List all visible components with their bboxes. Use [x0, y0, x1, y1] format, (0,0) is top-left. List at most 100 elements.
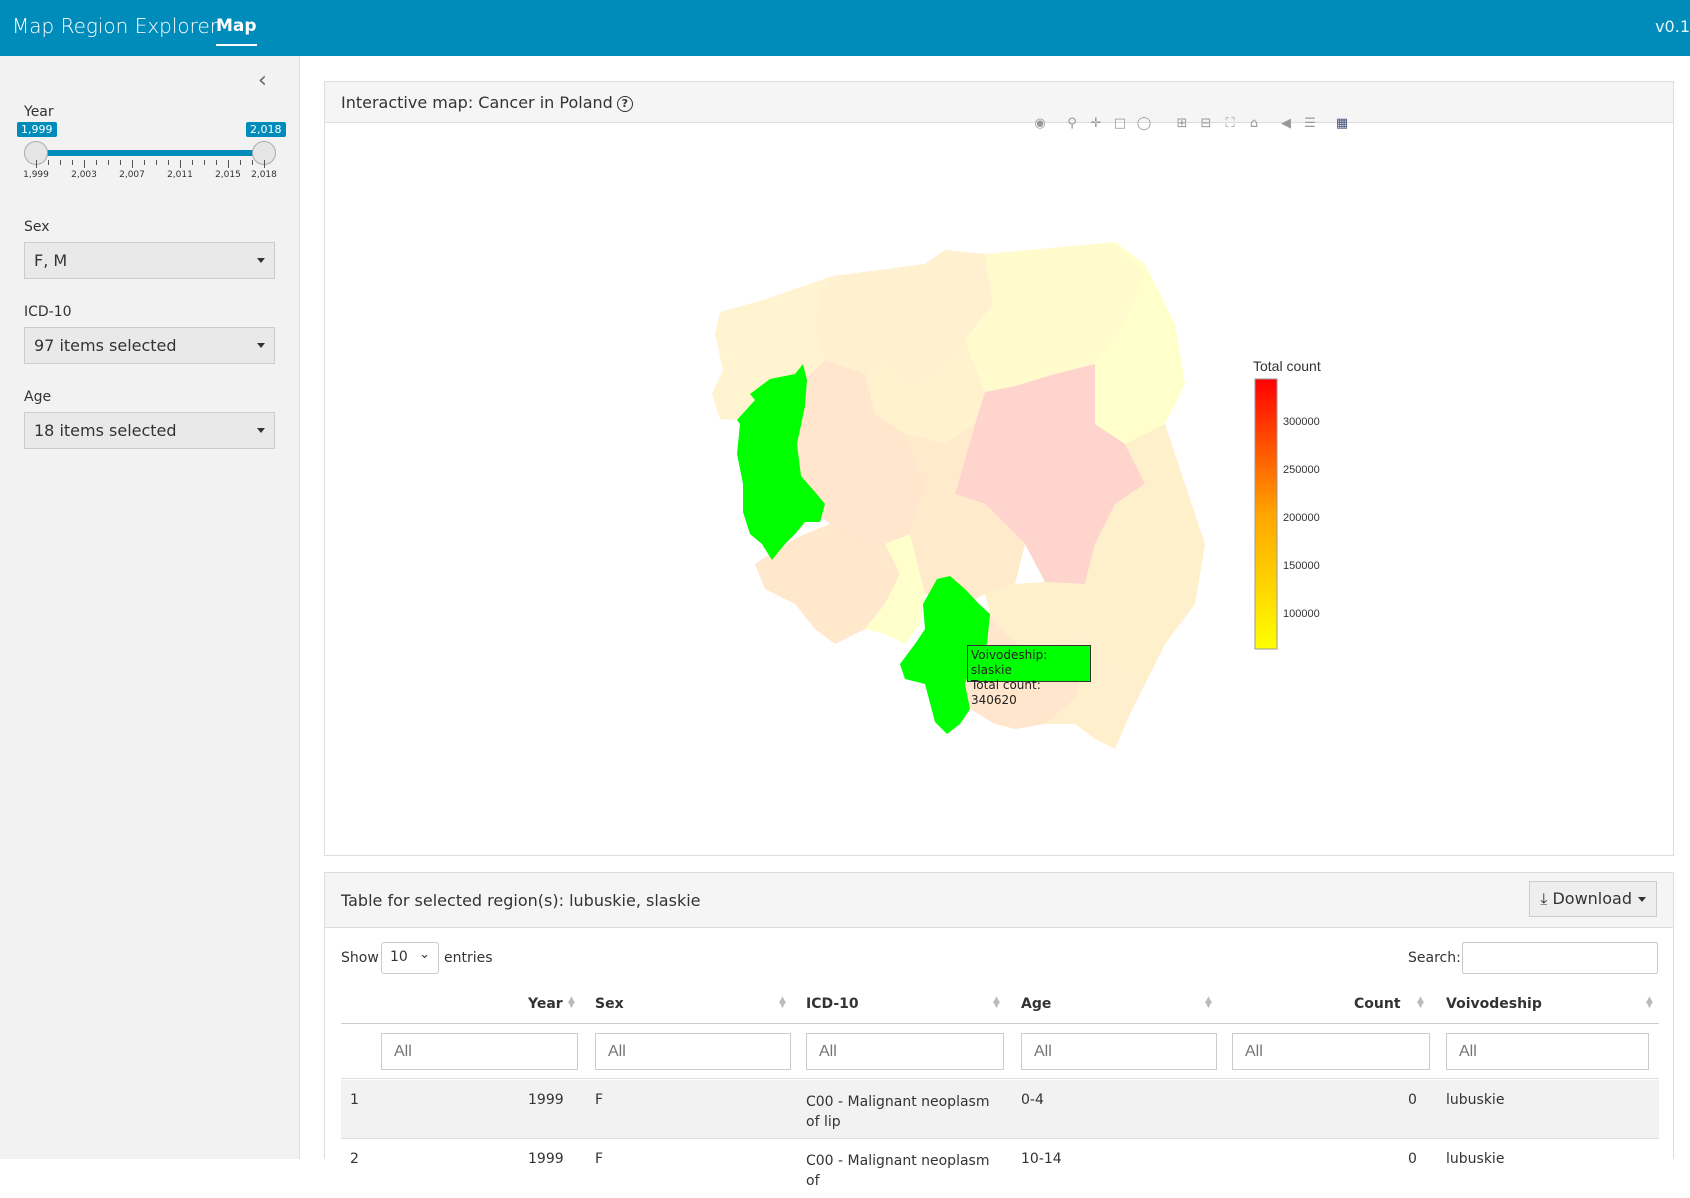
map-panel-title: Interactive map: Cancer in Poland	[341, 93, 613, 112]
colorbar-tick: 100000	[1283, 608, 1320, 620]
cell-index: 1	[350, 1092, 359, 1108]
filter-sex[interactable]	[595, 1033, 791, 1070]
col-icd10[interactable]: ICD-10	[806, 996, 859, 1012]
sort-icon[interactable]: ▲ ▼	[993, 996, 1000, 1010]
tick-label: 2,011	[167, 170, 193, 180]
slider-tick	[192, 160, 193, 165]
cell-voivodeship: lubuskie	[1446, 1151, 1505, 1167]
choropleth-map: Total count 300000 250000 200000 150000 …	[712, 242, 1321, 749]
colorbar-ticks: 300000 250000 200000 150000 100000	[1283, 416, 1320, 620]
slider-ticks	[36, 160, 265, 170]
chevron-left-icon[interactable]: ‹	[258, 68, 267, 93]
map-panel-header: Interactive map: Cancer in Poland?	[325, 82, 1673, 123]
tab-map-label: Map	[216, 16, 257, 36]
cell-year: 1999	[528, 1151, 564, 1167]
tab-map[interactable]: Map	[216, 16, 257, 46]
slider-tick	[48, 160, 49, 165]
slider-tick	[132, 160, 133, 168]
colorbar-tick: 250000	[1283, 464, 1320, 476]
caret-down-icon	[257, 258, 265, 263]
cell-count: 0	[1408, 1151, 1417, 1167]
sidebar: ‹ Year 1,999 2,018 1,999 2,003 2,007 2,0…	[0, 56, 300, 1159]
slider-to-badge: 2,018	[246, 122, 286, 137]
slider-tick	[144, 160, 145, 165]
slider-tick	[36, 160, 37, 168]
chevron-down-icon: ⌄	[419, 947, 430, 962]
app-brand[interactable]: Map Region Explorer	[12, 14, 218, 38]
slider-tick	[264, 160, 265, 168]
cell-year: 1999	[528, 1092, 564, 1108]
table-header: Year Sex ICD-10 Age Count Voivodeship ▲ ▼…	[341, 986, 1659, 1024]
col-sex[interactable]: Sex	[595, 996, 624, 1012]
tick-label: 1,999	[23, 170, 49, 180]
sex-select-value: F, M	[34, 251, 68, 270]
cell-count: 0	[1408, 1092, 1417, 1108]
sort-icon[interactable]: ▲ ▼	[779, 996, 786, 1010]
cell-age: 0-4	[1021, 1092, 1044, 1108]
colorbar-tick: 150000	[1283, 560, 1320, 572]
table-panel: Table for selected region(s): lubuskie, …	[324, 872, 1674, 1198]
sort-icon[interactable]: ▲ ▼	[1646, 996, 1653, 1010]
navbar: Map Region Explorer Map v0.1	[0, 0, 1690, 56]
age-select[interactable]: 18 items selected	[24, 412, 275, 449]
filter-voivodeship[interactable]	[1446, 1033, 1649, 1070]
question-circle-icon[interactable]: ?	[616, 95, 633, 112]
slider-tick	[204, 160, 205, 165]
filter-age[interactable]	[1021, 1033, 1217, 1070]
filter-count[interactable]	[1232, 1033, 1430, 1070]
sort-icon[interactable]: ▲ ▼	[1417, 996, 1424, 1010]
search-input[interactable]	[1462, 942, 1658, 974]
col-year[interactable]: Year	[528, 996, 563, 1012]
sex-select[interactable]: F, M	[24, 242, 275, 279]
download-label: Download	[1552, 889, 1632, 908]
slider-tick	[228, 160, 229, 168]
slider-tick	[60, 160, 61, 165]
slider-tick	[216, 160, 217, 165]
slider-tick	[168, 160, 169, 165]
version-label: v0.1	[1655, 17, 1690, 36]
slider-tick	[252, 160, 253, 165]
table-panel-title: Table for selected region(s): lubuskie, …	[341, 891, 701, 910]
entries-label: entries	[444, 950, 493, 966]
search-label: Search:	[1408, 950, 1461, 966]
slider-tick	[120, 160, 121, 165]
tooltip-line1: Voivodeship: slaskie	[971, 648, 1048, 677]
entries-value: 10	[390, 949, 408, 965]
download-icon: ⤓	[1540, 889, 1548, 908]
sex-label: Sex	[24, 219, 50, 235]
age-label: Age	[24, 389, 52, 405]
slider-tick	[108, 160, 109, 165]
icd10-select[interactable]: 97 items selected	[24, 327, 275, 364]
map-hover-tooltip: Voivodeship: slaskie Total count: 340620	[967, 645, 1091, 707]
filter-row	[341, 1024, 1659, 1079]
colorbar	[1254, 378, 1278, 650]
slider-tick	[156, 160, 157, 165]
entries-select[interactable]: 10 ⌄	[381, 942, 439, 974]
filter-icd10[interactable]	[806, 1033, 1004, 1070]
col-age[interactable]: Age	[1021, 996, 1051, 1012]
datatable: Show 10 ⌄ entries Search: Year Sex ICD-10…	[325, 928, 1673, 1198]
sort-icon[interactable]: ▲ ▼	[568, 996, 575, 1010]
cell-index: 2	[350, 1151, 359, 1167]
table-row[interactable]: 2 1999 F C00 - Malignant neoplasm of 10-…	[341, 1139, 1659, 1198]
download-button[interactable]: ⤓ Download	[1529, 881, 1657, 917]
year-range-slider[interactable]: 1,999 2,018 1,999 2,003 2,007 2,011 2,01…	[17, 110, 286, 230]
filter-year[interactable]	[381, 1033, 578, 1070]
tick-label: 2,007	[119, 170, 145, 180]
caret-down-icon	[257, 343, 265, 348]
caret-down-icon	[257, 428, 265, 433]
cell-icd10: C00 - Malignant neoplasm of	[806, 1153, 990, 1189]
tooltip-line2: Total count: 340620	[971, 678, 1041, 707]
col-voivodeship[interactable]: Voivodeship	[1446, 996, 1542, 1012]
table-row[interactable]: 1 1999 F C00 - Malignant neoplasm of lip…	[341, 1080, 1659, 1139]
cell-icd10: C00 - Malignant neoplasm of lip	[806, 1094, 990, 1130]
cell-sex: F	[595, 1151, 604, 1167]
colorbar-title: Total count	[1253, 358, 1321, 374]
table-panel-header: Table for selected region(s): lubuskie, …	[325, 873, 1673, 928]
slider-track[interactable]	[36, 150, 264, 156]
tick-label: 2,003	[71, 170, 97, 180]
cell-age: 10-14	[1021, 1151, 1062, 1167]
slider-tick	[180, 160, 181, 168]
sort-icon[interactable]: ▲ ▼	[1205, 996, 1212, 1010]
col-count[interactable]: Count	[1354, 996, 1401, 1012]
